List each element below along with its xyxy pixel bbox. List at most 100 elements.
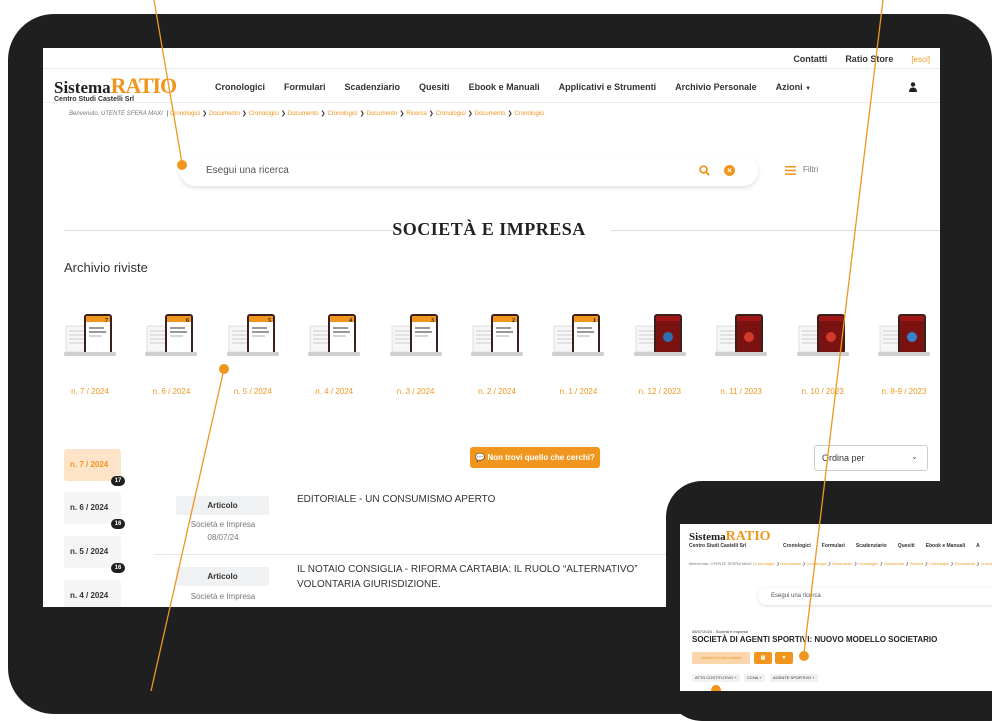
breadcrumb-item[interactable]: Cronologici — [806, 561, 826, 566]
ratio-store-link[interactable]: Ratio Store — [845, 54, 893, 64]
breadcrumb-item[interactable]: Cronologici — [858, 561, 878, 566]
breadcrumb-item[interactable]: Documento — [288, 111, 319, 117]
breadcrumb-item[interactable]: Documento — [832, 561, 852, 566]
search-input[interactable]: Esegui una ricerca — [206, 165, 289, 176]
breadcrumb-item[interactable]: Cronologici — [929, 561, 949, 566]
issue-label[interactable]: n. 3 / 2024 — [376, 387, 456, 396]
breadcrumb-item[interactable]: Documento — [367, 111, 398, 117]
issue-label[interactable]: n. 11 / 2023 — [701, 387, 781, 396]
filter-icon[interactable] — [785, 166, 796, 175]
breadcrumb-item[interactable]: Ricerca — [406, 111, 426, 117]
magazine-icon: 3 — [389, 314, 442, 356]
nav-cronologici[interactable]: Cronologici — [215, 82, 265, 92]
cover-issue-number: 1 — [593, 318, 596, 324]
issue-cover[interactable]: 1 — [552, 300, 605, 370]
issue-tab[interactable]: n. 6 / 2024 16 — [64, 492, 125, 529]
sort-select[interactable]: Ordina per ⌄ — [814, 445, 928, 471]
welcome-text: Benvenuto, UTENTE SFERA MAXI — [69, 111, 163, 117]
breadcrumb-item[interactable]: Cronologici — [170, 111, 200, 117]
issue-label[interactable]: n. 2 / 2024 — [457, 387, 537, 396]
issue-label[interactable]: n. 7 / 2024 — [50, 387, 130, 396]
issue-cover[interactable]: 4 — [308, 300, 361, 370]
magazine-icon: 5 — [226, 314, 279, 356]
search-bar[interactable]: Esegui una ricerca — [758, 588, 992, 605]
breadcrumb-item[interactable]: Cronologici — [436, 111, 466, 117]
nav-ebook[interactable]: Ebook e Manuali — [926, 543, 965, 549]
clear-icon[interactable]: × — [724, 165, 735, 176]
issue-cover[interactable]: 6 — [145, 300, 198, 370]
filters-label[interactable]: Filtri — [803, 165, 818, 174]
issue-label[interactable]: n. 1 / 2024 — [538, 387, 618, 396]
nav-formulari[interactable]: Formulari — [284, 82, 326, 92]
breadcrumb-item[interactable]: Documento — [884, 561, 904, 566]
nav-applicativi[interactable]: Applicativi e Strumenti — [559, 82, 657, 92]
count-badge: 17 — [111, 476, 125, 486]
keyword-tag[interactable]: CCNA + — [744, 674, 765, 682]
nav-azioni[interactable]: Azioni ▼ — [776, 82, 811, 92]
magazine-icon: 2 — [471, 314, 523, 356]
search-input[interactable]: Esegui una ricerca — [771, 593, 821, 599]
contatti-link[interactable]: Contatti — [793, 54, 827, 64]
breadcrumb-item[interactable]: Ricerca — [910, 561, 924, 566]
breadcrumb-item[interactable]: Documento — [954, 561, 974, 566]
chat-icon: 💬 — [475, 453, 486, 462]
nav-more[interactable]: A — [976, 543, 980, 549]
archive-heading: Archivio riviste — [64, 260, 148, 275]
issue-label[interactable]: n. 12 / 2023 — [620, 387, 700, 396]
help-chat-button[interactable]: 💬 Non trovi quello che cerchi? — [470, 447, 600, 468]
breadcrumb-item[interactable]: Cronologici — [755, 561, 775, 566]
search-icon[interactable] — [699, 165, 710, 176]
user-icon[interactable] — [909, 82, 917, 92]
issue-cover[interactable] — [878, 300, 930, 370]
magazine-icon: 1 — [552, 314, 605, 356]
bookmark-button[interactable]: ▼ — [775, 652, 793, 664]
keyword-tag[interactable]: ATTO COSTITUTIVO + — [692, 674, 740, 682]
breadcrumb-item[interactable]: Cronologici — [249, 111, 279, 117]
issue-tab[interactable]: n. 4 / 2024 — [64, 580, 121, 607]
breadcrumb-item[interactable]: Documento — [475, 111, 506, 117]
chevron-down-icon: ⌄ — [911, 452, 918, 461]
logo-text: Sistema — [689, 531, 726, 543]
issue-cover[interactable]: 5 — [226, 300, 279, 370]
nav-archivio[interactable]: Archivio Personale — [675, 82, 757, 92]
magazine-icon — [633, 314, 686, 356]
nav-quesiti[interactable]: Quesiti — [898, 543, 915, 549]
issue-cover[interactable] — [633, 300, 686, 370]
nav-scadenziario[interactable]: Scadenziario — [856, 543, 887, 549]
issue-tab-label: n. 5 / 2024 — [70, 547, 109, 556]
nav-scadenziario[interactable]: Scadenziario — [345, 82, 401, 92]
magazine-icon — [878, 314, 930, 356]
keyword-tag[interactable]: AGENTE SPORTIVO + — [770, 674, 818, 682]
issue-label[interactable]: n. 8-9 / 2023 — [864, 387, 940, 396]
issue-tab[interactable]: n. 7 / 2024 17 — [64, 449, 125, 486]
nav-ebook[interactable]: Ebook e Manuali — [469, 82, 540, 92]
site-logo[interactable]: SistemaRATIO Centro Studi Castelli Srl — [54, 75, 177, 104]
site-logo[interactable]: SistemaRATIO Centro Studi Castelli Srl — [689, 530, 771, 550]
magazine-icon: 6 — [145, 314, 198, 356]
search-bar[interactable]: Esegui una ricerca — [180, 156, 758, 186]
logout-link[interactable]: [esci] — [911, 55, 930, 64]
nav-formulari[interactable]: Formulari — [822, 543, 845, 549]
issue-tab-label: n. 6 / 2024 — [70, 503, 109, 512]
issue-cover[interactable]: 2 — [471, 300, 523, 370]
top-divider — [43, 68, 940, 69]
issue-cover[interactable] — [715, 300, 768, 370]
issue-label[interactable]: n. 6 / 2024 — [131, 387, 211, 396]
issue-label[interactable]: n. 5 / 2024 — [213, 387, 293, 396]
issue-label[interactable]: n. 4 / 2024 — [294, 387, 374, 396]
issue-cover[interactable]: 7 — [64, 300, 116, 370]
issue-label[interactable]: n. 10 / 2023 — [783, 387, 863, 396]
breadcrumb-item[interactable]: Cronologici — [981, 561, 992, 566]
nav-cronologici[interactable]: Cronologici — [783, 543, 811, 549]
breadcrumb-item[interactable]: Cronologici — [328, 111, 358, 117]
issue-tab[interactable]: n. 5 / 2024 16 — [64, 536, 125, 573]
breadcrumb-item[interactable]: Documento — [780, 561, 800, 566]
logo-ratio: RATIO — [110, 73, 177, 98]
add-to-folder-button[interactable]: Inserisci in una cartella — [692, 652, 750, 664]
nav-quesiti[interactable]: Quesiti — [419, 82, 450, 92]
issue-cover[interactable]: 3 — [389, 300, 442, 370]
breadcrumb-item[interactable]: Cronologici — [514, 111, 544, 117]
breadcrumb-item[interactable]: Documento — [209, 111, 240, 117]
print-button[interactable]: ▤ — [754, 652, 772, 664]
issue-cover[interactable] — [796, 300, 849, 370]
